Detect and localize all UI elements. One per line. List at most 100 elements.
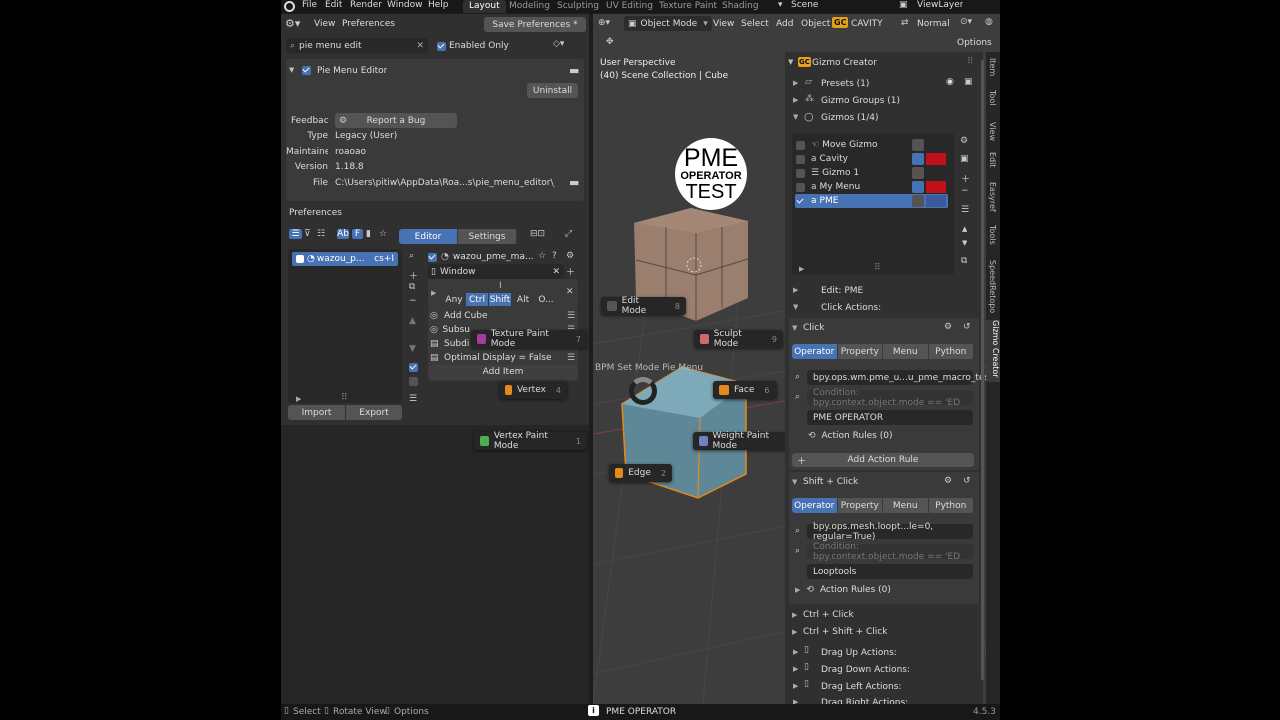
- list-icon[interactable]: ☰: [289, 229, 302, 239]
- hotkey-clear-icon[interactable]: ✕: [566, 287, 574, 297]
- pie-item-sculpt-mode[interactable]: Sculpt Mode 9: [694, 329, 783, 349]
- operator-field[interactable]: bpy.ops.mesh.loopt...le=0, regular=True): [807, 522, 973, 542]
- click-collapse-icon[interactable]: ▼: [792, 324, 797, 332]
- key-ctrl[interactable]: Ctrl: [466, 293, 489, 306]
- condition-search-icon[interactable]: ⌕: [795, 546, 800, 556]
- tab-property[interactable]: Property: [837, 498, 883, 513]
- enabled-only-checkbox[interactable]: Enabled Only: [437, 41, 509, 51]
- drag-down-expand-icon[interactable]: ▶: [793, 665, 798, 673]
- item-menu-icon[interactable]: ☰: [567, 353, 575, 363]
- list-resize-grip[interactable]: ⠿: [874, 263, 881, 273]
- sort-icon[interactable]: ☷: [317, 229, 325, 239]
- pie-item-texture-paint-mode[interactable]: Texture Paint Mode 7: [471, 329, 587, 349]
- help-icon[interactable]: ?: [552, 251, 557, 261]
- gizmo-duplicate-icon[interactable]: ⧉: [961, 256, 967, 266]
- gizmo-color-swatch[interactable]: [926, 181, 946, 193]
- window-clear-icon[interactable]: ✕: [552, 267, 560, 277]
- tag-icon[interactable]: F: [352, 229, 363, 239]
- drag-up-section[interactable]: Drag Up Actions:: [821, 648, 897, 658]
- prefs-menu-preferences[interactable]: Preferences: [342, 19, 395, 29]
- tab-operator[interactable]: Operator: [792, 344, 838, 359]
- gizmo-list-item[interactable]: a Cavity: [796, 152, 946, 166]
- add-action-rule-button[interactable]: ＋ Add Action Rule: [792, 453, 974, 467]
- tab-texture-paint[interactable]: Texture Paint: [659, 1, 717, 11]
- action-rules-row[interactable]: ▶ ⟲ Action Rules (0): [795, 585, 891, 595]
- drag-up-expand-icon[interactable]: ▶: [793, 648, 798, 656]
- condition-search-icon[interactable]: ⌕: [795, 392, 800, 402]
- edit-expand-icon[interactable]: ▶: [793, 286, 798, 294]
- move-down-icon[interactable]: ▼: [409, 344, 416, 354]
- uncheck-all-icon[interactable]: [409, 377, 418, 387]
- key-shift[interactable]: Shift: [489, 293, 512, 306]
- gizmo-list-item[interactable]: a My Menu: [796, 180, 946, 194]
- action-history-icon[interactable]: ↺: [963, 322, 971, 332]
- condition-field[interactable]: Condition: bpy.context.object.mode == 'E…: [807, 542, 973, 562]
- transform-orientation-icon[interactable]: ⇄: [901, 18, 909, 28]
- sidebar-tab-tool[interactable]: Tool: [988, 90, 997, 106]
- addon-expand-icon[interactable]: ▼: [289, 66, 294, 74]
- menu-help[interactable]: Help: [428, 0, 449, 10]
- tab-menu[interactable]: Menu: [883, 344, 929, 359]
- favorite-icon[interactable]: ☆: [538, 251, 546, 261]
- condition-field[interactable]: Condition: bpy.context.object.mode == 'E…: [807, 388, 973, 408]
- add-gizmo-settings-icon[interactable]: ⚙: [960, 136, 968, 146]
- proportional-icon[interactable]: ◍: [985, 17, 993, 27]
- search-menus-icon[interactable]: ⌕: [409, 251, 414, 261]
- edit-gizmo-icon[interactable]: [912, 181, 924, 193]
- tab-editor[interactable]: Editor: [399, 229, 458, 244]
- shift-click-collapse-icon[interactable]: ▼: [792, 478, 797, 486]
- blender-logo-icon[interactable]: [284, 1, 295, 12]
- menu-list-item-selected[interactable]: ◔ wazou_p... cs+I: [292, 252, 398, 266]
- edit-gizmo-icon[interactable]: [912, 153, 924, 165]
- gizmos-expand-icon[interactable]: ▼: [793, 113, 798, 121]
- check-all-icon[interactable]: [409, 363, 418, 373]
- pie-item-vertex[interactable]: Vertex 4: [499, 381, 567, 399]
- tab-python[interactable]: Python: [928, 498, 974, 513]
- click-actions-expand-icon[interactable]: ▼: [793, 303, 798, 311]
- sidebar-tab-edit[interactable]: Edit: [988, 152, 997, 168]
- ctrl-shift-click-section[interactable]: Ctrl + Shift + Click: [803, 627, 887, 637]
- tab-property[interactable]: Property: [837, 344, 883, 359]
- operator-search-icon[interactable]: ⌕: [795, 526, 800, 536]
- list-resize-grip[interactable]: ⠿: [341, 393, 348, 403]
- viewport-menu-object[interactable]: Object: [801, 19, 830, 29]
- key-other[interactable]: O...: [535, 293, 558, 306]
- gizmo-move-down-icon[interactable]: ▼: [962, 239, 967, 247]
- filter-icon[interactable]: ⊽: [304, 229, 311, 239]
- edit-gizmo-icon[interactable]: [912, 195, 924, 207]
- options-dropdown[interactable]: Options: [957, 38, 992, 48]
- folder-icon[interactable]: ▬: [569, 64, 579, 77]
- toggle-icon[interactable]: ⊟⊡: [530, 229, 545, 239]
- prefs-menu-view[interactable]: View: [314, 19, 335, 29]
- editor-type-gear-icon[interactable]: ⚙▾: [285, 17, 300, 30]
- gizmo-color-swatch[interactable]: [926, 195, 946, 207]
- gizmo-move-up-icon[interactable]: ▲: [962, 225, 967, 233]
- remove-menu-icon[interactable]: −: [409, 296, 417, 306]
- ctrl-click-expand-icon[interactable]: ▶: [792, 611, 797, 619]
- gizmo-list-item[interactable]: ☰ Gizmo 1: [796, 166, 946, 180]
- tag-filter-icon[interactable]: ◇▾: [553, 39, 564, 49]
- snap-icon[interactable]: ⊙▾: [960, 17, 972, 27]
- click-actions-section[interactable]: Click Actions:: [821, 303, 881, 313]
- remove-gizmo-icon[interactable]: −: [961, 186, 969, 196]
- pie-item[interactable]: ▤ Optimal Display = False: [430, 351, 562, 365]
- item-menu-icon[interactable]: ☰: [567, 311, 575, 321]
- menu-window[interactable]: Window: [387, 0, 423, 10]
- sidebar-tab-tools[interactable]: Tools: [988, 225, 997, 245]
- visibility-eye-icon[interactable]: ◉: [946, 77, 954, 87]
- tab-modeling[interactable]: Modeling: [509, 1, 550, 11]
- hotkey-expand-icon[interactable]: ▶: [431, 289, 436, 297]
- action-history-icon[interactable]: ↺: [963, 476, 971, 486]
- pie-item-edge[interactable]: Edge 2: [609, 464, 672, 482]
- viewport-menu-select[interactable]: Select: [741, 19, 769, 29]
- action-settings-icon[interactable]: ⚙: [944, 322, 952, 332]
- move-up-icon[interactable]: ▲: [409, 316, 416, 326]
- object-mode-dropdown[interactable]: ▣ Object Mode ▾: [624, 16, 712, 31]
- sidebar-tab-view[interactable]: View: [988, 122, 997, 141]
- key-alt[interactable]: Alt: [512, 293, 535, 306]
- editor-type-icon[interactable]: ⊕▾: [598, 18, 610, 28]
- sidebar-tab-gizmo-creator[interactable]: Gizmo Creator: [986, 320, 1000, 382]
- add-menu-icon[interactable]: ＋: [409, 269, 418, 282]
- hotkey-input[interactable]: I: [499, 281, 502, 291]
- gizmo-groups-section[interactable]: Gizmo Groups (1): [821, 96, 900, 106]
